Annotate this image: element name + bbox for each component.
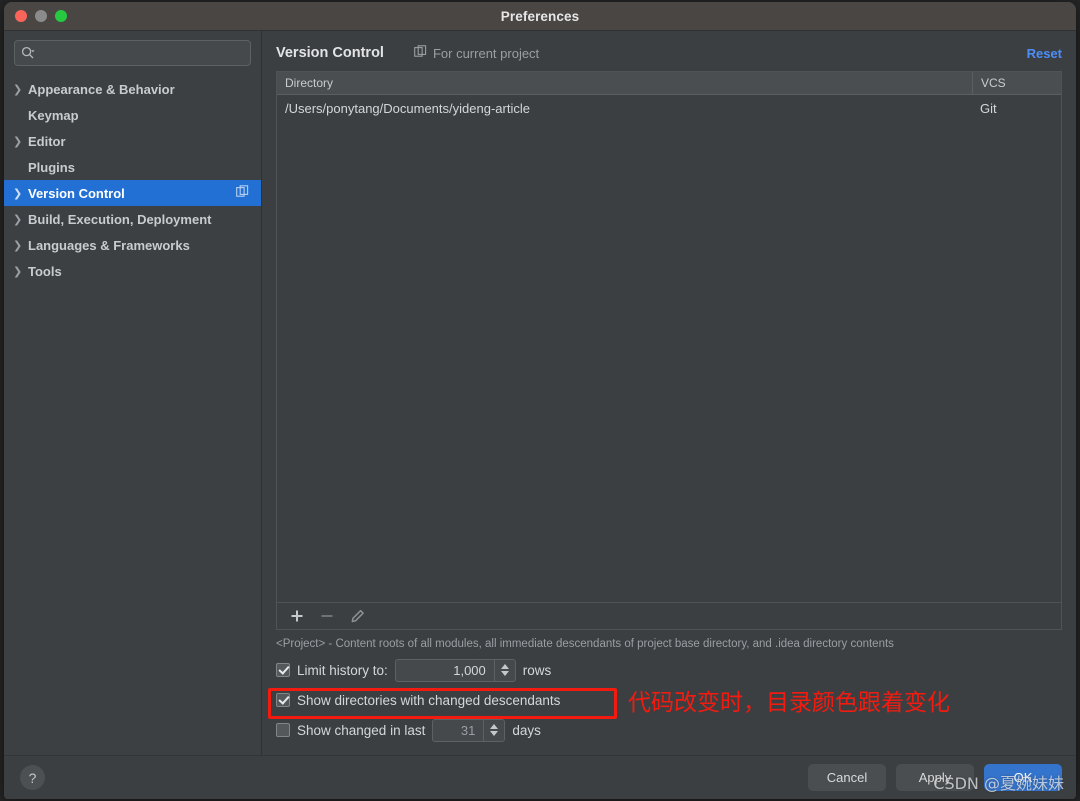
limit-history-label: Limit history to:	[297, 662, 388, 678]
sidebar-item-label: Version Control	[28, 185, 125, 201]
cell-vcs: Git	[980, 100, 997, 116]
scope-label: For current project	[432, 45, 540, 61]
options-group: Limit history to: 1,000 rows Show direct…	[268, 655, 1062, 745]
settings-tree: ❯ Appearance & Behavior ❯ Keymap ❯ Edito…	[4, 76, 261, 284]
search-input[interactable]	[35, 46, 244, 60]
page-title: Version Control	[276, 45, 384, 61]
edit-directory-pencil-icon[interactable]	[345, 605, 369, 627]
show-changed-value[interactable]: 31	[433, 720, 483, 741]
option-limit-history: Limit history to: 1,000 rows	[276, 655, 1062, 685]
option-show-changed-in-last: Show changed in last 31 days	[276, 715, 1062, 745]
chevron-right-icon: ❯	[13, 239, 23, 252]
settings-main-panel: Version Control For current project Rese…	[262, 31, 1076, 755]
footer-actions: Cancel Apply OK	[808, 764, 1062, 791]
limit-history-spinner[interactable]: 1,000	[394, 658, 516, 682]
sidebar-item-label: Build, Execution, Deployment	[28, 211, 212, 227]
column-header-directory[interactable]: Directory	[277, 72, 972, 94]
sidebar-item-plugins[interactable]: ❯ Plugins	[4, 154, 261, 180]
stepper-down-icon[interactable]	[500, 671, 509, 676]
show-changed-checkbox[interactable]	[276, 723, 290, 737]
window-title: Preferences	[500, 8, 580, 24]
column-header-vcs[interactable]: VCS	[972, 72, 1061, 94]
sidebar-item-label: Plugins	[28, 159, 75, 175]
chevron-right-icon: ❯	[13, 213, 23, 226]
table-row[interactable]: /Users/ponytang/Documents/yideng-article…	[277, 95, 1061, 121]
stepper-up-icon[interactable]	[500, 664, 509, 669]
sidebar-item-build-execution-deployment[interactable]: ❯ Build, Execution, Deployment	[4, 206, 261, 232]
remove-directory-button[interactable]	[315, 605, 339, 627]
show-directories-checkbox[interactable]	[276, 693, 290, 707]
vcs-directory-table: Directory VCS /Users/ponytang/Documents/…	[276, 71, 1062, 603]
project-scope-icon	[414, 45, 427, 61]
sidebar-item-label: Languages & Frameworks	[28, 237, 190, 253]
sidebar-item-editor[interactable]: ❯ Editor	[4, 128, 261, 154]
sidebar-item-appearance-behavior[interactable]: ❯ Appearance & Behavior	[4, 76, 261, 102]
cell-directory: /Users/ponytang/Documents/yideng-article	[285, 100, 530, 116]
show-changed-suffix: days	[512, 722, 541, 738]
limit-history-suffix: rows	[522, 662, 552, 678]
sidebar-item-tools[interactable]: ❯ Tools	[4, 258, 261, 284]
help-button[interactable]: ?	[20, 765, 45, 790]
copy-settings-icon[interactable]	[236, 185, 249, 201]
show-changed-spinner[interactable]: 31	[432, 718, 506, 742]
window-body: ❯ Appearance & Behavior ❯ Keymap ❯ Edito…	[4, 31, 1076, 755]
chevron-right-icon: ❯	[13, 135, 23, 148]
preferences-window: Preferences ❯ Appearance & Behavior Keym…	[4, 2, 1076, 799]
sidebar-item-languages-frameworks[interactable]: ❯ Languages & Frameworks	[4, 232, 261, 258]
limit-history-value[interactable]: 1,000	[396, 660, 494, 681]
scope-indicator[interactable]: For current project	[414, 45, 539, 61]
search-icon	[21, 46, 35, 60]
chevron-right-icon: ❯	[13, 83, 23, 96]
chevron-right-icon: ❯	[13, 265, 23, 278]
sidebar-item-label: Editor	[28, 133, 66, 149]
table-hint-text: <Project> - Content roots of all modules…	[276, 638, 894, 650]
sidebar-item-label: Tools	[28, 263, 62, 279]
table-header-row: Directory VCS	[277, 72, 1061, 95]
chevron-right-icon: ❯	[13, 187, 23, 200]
show-changed-label: Show changed in last	[297, 722, 426, 738]
sidebar-item-keymap[interactable]: ❯ Keymap	[4, 102, 261, 128]
table-body: /Users/ponytang/Documents/yideng-article…	[277, 95, 1061, 602]
dialog-footer: ? Cancel Apply OK CSDN @夏婉妹妹	[4, 755, 1076, 799]
ok-button[interactable]: OK	[984, 764, 1062, 791]
panel-header: Version Control For current project Rese…	[276, 31, 1062, 71]
sidebar-item-label: Keymap	[28, 107, 79, 123]
stepper-down-icon[interactable]	[490, 731, 499, 736]
apply-button[interactable]: Apply	[896, 764, 974, 791]
show-changed-stepper[interactable]	[483, 719, 504, 741]
table-toolbar	[276, 603, 1062, 630]
limit-history-checkbox[interactable]	[276, 663, 290, 677]
annotation-text: 代码改变时，目录颜色跟着变化	[628, 690, 950, 716]
sidebar-item-version-control[interactable]: ❯ Version Control	[4, 180, 261, 206]
sidebar-item-label: Appearance & Behavior	[28, 81, 175, 97]
title-bar: Preferences	[4, 2, 1076, 31]
settings-sidebar: ❯ Appearance & Behavior ❯ Keymap ❯ Edito…	[4, 31, 262, 755]
add-directory-button[interactable]	[285, 605, 309, 627]
reset-link[interactable]: Reset	[1027, 46, 1062, 61]
show-directories-label: Show directories with changed descendant…	[297, 692, 561, 708]
stepper-up-icon[interactable]	[490, 724, 499, 729]
search-box[interactable]	[14, 40, 251, 66]
limit-history-stepper[interactable]	[493, 659, 515, 681]
cancel-button[interactable]: Cancel	[808, 764, 886, 791]
